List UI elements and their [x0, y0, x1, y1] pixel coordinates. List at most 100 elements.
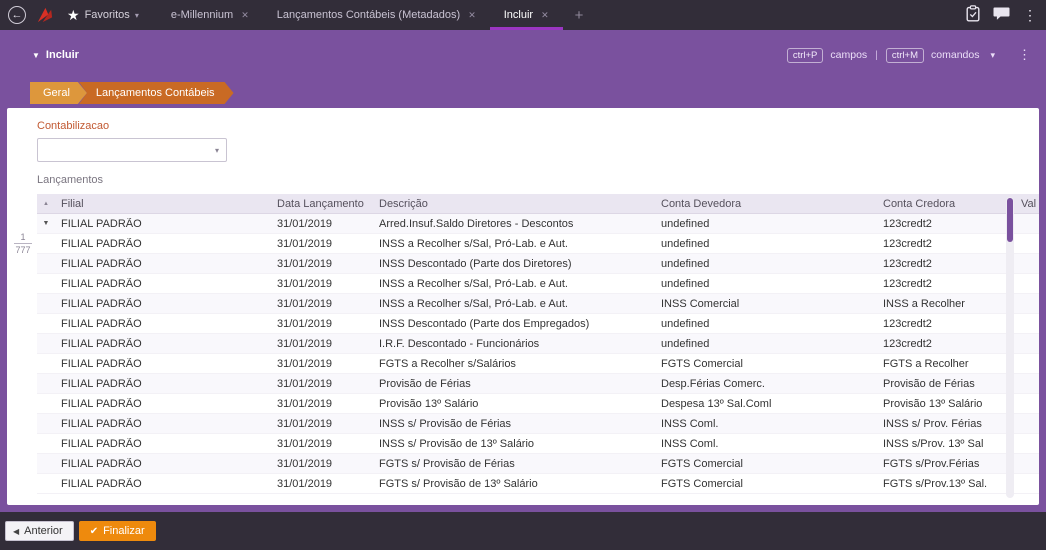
vertical-scrollbar[interactable] — [1006, 197, 1014, 498]
table-cell: FGTS s/Prov.13º Sal. — [877, 478, 1015, 490]
contabilizacao-select[interactable]: ▾ — [37, 138, 227, 162]
table-row[interactable]: FILIAL PADRÃO31/01/2019INSS s/ Provisão … — [37, 414, 1039, 434]
top-bar: ← ★ Favoritos ▾ e-Millennium ✕ Lançament… — [0, 0, 1046, 30]
table-cell: 31/01/2019 — [271, 258, 373, 270]
panel-title: Incluir — [46, 49, 79, 61]
table-cell: undefined — [655, 218, 877, 230]
new-tab-button[interactable]: + — [563, 0, 596, 30]
table-cell: 31/01/2019 — [271, 378, 373, 390]
tab-label: Incluir — [504, 9, 533, 21]
kbd-ctrl-p: ctrl+P — [787, 48, 824, 63]
kbd-ctrl-m: ctrl+M — [886, 48, 924, 63]
column-header[interactable]: Conta Devedora — [655, 198, 877, 210]
table-cell: FILIAL PADRÃO — [55, 418, 271, 430]
table-cell: 31/01/2019 — [271, 298, 373, 310]
scrollbar-thumb[interactable] — [1007, 198, 1013, 242]
contabilizacao-label: Contabilizacao — [37, 120, 1039, 134]
current-row-marker-icon: ▼ — [37, 220, 55, 227]
comandos-label[interactable]: comandos — [931, 49, 979, 61]
table-row[interactable]: FILIAL PADRÃO31/01/2019Provisão de Féria… — [37, 374, 1039, 394]
plus-icon: + — [575, 7, 584, 24]
check-icon: ✔ — [90, 526, 98, 537]
topbar-menu-dots-icon[interactable]: ⋮ — [1023, 7, 1037, 24]
anterior-label: Anterior — [24, 525, 63, 537]
table-row[interactable]: FILIAL PADRÃO31/01/2019Provisão 13º Salá… — [37, 394, 1039, 414]
finalizar-button[interactable]: ✔ Finalizar — [79, 521, 156, 541]
chevron-down-icon[interactable]: ▾ — [990, 50, 995, 61]
table-cell: FILIAL PADRÃO — [55, 398, 271, 410]
table-row[interactable]: FILIAL PADRÃO31/01/2019INSS a Recolher s… — [37, 234, 1039, 254]
table-row[interactable]: FILIAL PADRÃO31/01/2019FGTS a Recolher s… — [37, 354, 1039, 374]
table-cell: FGTS Comercial — [655, 478, 877, 490]
table-cell: Arred.Insuf.Saldo Diretores - Descontos — [373, 218, 655, 230]
table-cell: 123credt2 — [877, 218, 1015, 230]
close-tab-icon[interactable]: ✕ — [241, 10, 249, 21]
table-row[interactable]: FILIAL PADRÃO31/01/2019INSS a Recolher s… — [37, 294, 1039, 314]
table-row[interactable]: FILIAL PADRÃO31/01/2019INSS s/ Provisão … — [37, 434, 1039, 454]
table-cell: 123credt2 — [877, 318, 1015, 330]
table-row[interactable]: FILIAL PADRÃO31/01/2019I.R.F. Descontado… — [37, 334, 1039, 354]
table-row[interactable]: FILIAL PADRÃO31/01/2019INSS Descontado (… — [37, 254, 1039, 274]
panel-header: ▼ Incluir ctrl+P campos | ctrl+M comando… — [7, 30, 1039, 74]
table-cell: INSS Descontado (Parte dos Empregados) — [373, 318, 655, 330]
column-header[interactable]: Filial — [55, 198, 271, 210]
table-cell: FGTS s/ Provisão de 13º Salário — [373, 478, 655, 490]
finalizar-label: Finalizar — [103, 525, 145, 537]
separator: | — [874, 49, 879, 61]
back-button[interactable]: ← — [8, 6, 26, 24]
table-cell: Provisão de Férias — [373, 378, 655, 390]
open-tabs: e-Millennium ✕ Lançamentos Contábeis (Me… — [157, 0, 596, 30]
table-cell: INSS a Recolher — [877, 298, 1015, 310]
close-tab-icon[interactable]: ✕ — [468, 10, 476, 21]
table-row[interactable]: FILIAL PADRÃO31/01/2019FGTS s/ Provisão … — [37, 474, 1039, 494]
star-icon: ★ — [67, 8, 80, 22]
table-cell: 31/01/2019 — [271, 338, 373, 350]
column-header[interactable]: Conta Credora — [877, 198, 1015, 210]
step-geral[interactable]: Geral — [30, 82, 87, 104]
wizard-steps: Geral Lançamentos Contábeis — [7, 74, 1039, 108]
step-lancamentos-contabeis[interactable]: Lançamentos Contábeis — [79, 82, 234, 104]
table-body: ▼FILIAL PADRÃO31/01/2019Arred.Insuf.Sald… — [37, 214, 1039, 494]
form-area: Contabilizacao ▾ Lançamentos — [7, 108, 1039, 188]
table-cell: FGTS Comercial — [655, 358, 877, 370]
table-row[interactable]: FILIAL PADRÃO31/01/2019INSS a Recolher s… — [37, 274, 1039, 294]
tab-lancamentos-contabeis-metadados[interactable]: Lançamentos Contábeis (Metadados) ✕ — [263, 0, 490, 30]
chat-icon[interactable] — [993, 6, 1010, 24]
step-label: Lançamentos Contábeis — [96, 87, 215, 99]
column-header[interactable]: Descrição — [373, 198, 655, 210]
tasks-clipboard-icon[interactable] — [966, 5, 980, 25]
app-window: ← ★ Favoritos ▾ e-Millennium ✕ Lançament… — [0, 0, 1046, 550]
main-area: ▼ Incluir ctrl+P campos | ctrl+M comando… — [0, 30, 1046, 512]
table-cell: undefined — [655, 338, 877, 350]
table-cell: I.R.F. Descontado - Funcionários — [373, 338, 655, 350]
close-tab-icon[interactable]: ✕ — [541, 10, 549, 21]
table-row[interactable]: ▼FILIAL PADRÃO31/01/2019Arred.Insuf.Sald… — [37, 214, 1039, 234]
total-record-count: 777 — [14, 244, 32, 256]
favorites-menu[interactable]: ★ Favoritos ▾ — [63, 8, 149, 22]
column-header[interactable]: Val — [1015, 198, 1039, 210]
table-cell: INSS a Recolher s/Sal, Pró-Lab. e Aut. — [373, 298, 655, 310]
table-row[interactable]: FILIAL PADRÃO31/01/2019INSS Descontado (… — [37, 314, 1039, 334]
column-header[interactable]: Data Lançamento — [271, 198, 373, 210]
table-cell: 123credt2 — [877, 278, 1015, 290]
table-cell: INSS Coml. — [655, 418, 877, 430]
tab-label: e-Millennium — [171, 9, 233, 21]
tab-label: Lançamentos Contábeis (Metadados) — [277, 9, 460, 21]
bottom-bar: ◀ Anterior ✔ Finalizar — [0, 512, 1046, 550]
table-cell: 31/01/2019 — [271, 458, 373, 470]
sort-icon[interactable]: ▲ — [37, 201, 55, 207]
table-row[interactable]: FILIAL PADRÃO31/01/2019FGTS s/ Provisão … — [37, 454, 1039, 474]
tab-e-millennium[interactable]: e-Millennium ✕ — [157, 0, 263, 30]
anterior-button[interactable]: ◀ Anterior — [5, 521, 74, 541]
panel-collapse-toggle[interactable]: ▼ Incluir — [32, 49, 79, 61]
campos-label[interactable]: campos — [830, 49, 867, 61]
panel-menu-dots-icon[interactable]: ⋮ — [1018, 47, 1031, 63]
table-cell: FILIAL PADRÃO — [55, 258, 271, 270]
topbar-right-group: ⋮ — [966, 0, 1046, 30]
table-cell: undefined — [655, 318, 877, 330]
step-label: Geral — [43, 87, 70, 99]
tab-incluir[interactable]: Incluir ✕ — [490, 0, 563, 30]
table-cell: Provisão de Férias — [877, 378, 1015, 390]
current-record-number: 1 — [14, 231, 32, 244]
table-cell: 31/01/2019 — [271, 418, 373, 430]
